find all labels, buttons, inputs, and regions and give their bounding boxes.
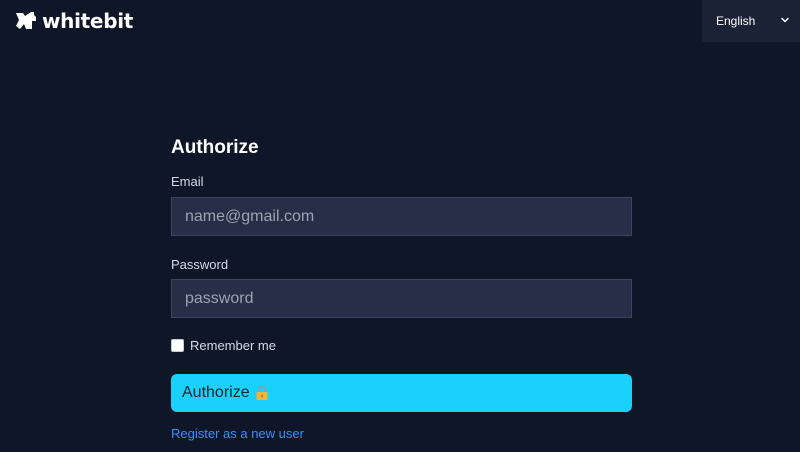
language-label: English [716,14,756,28]
remember-me[interactable]: Remember me [171,338,276,353]
whitebit-logo-icon [16,12,36,29]
form-title: Authorize [171,137,259,158]
password-input[interactable] [171,279,632,318]
language-selector[interactable]: English [702,0,800,42]
remember-me-checkbox[interactable] [171,339,184,352]
logo[interactable]: whitebit [14,9,133,33]
lock-icon [256,385,268,400]
email-label: Email [171,174,204,189]
password-label: Password [171,257,229,272]
login-page: whitebit English Authorize Email Passwor… [0,0,800,452]
remember-me-label: Remember me [190,338,276,353]
authorize-button[interactable]: Authorize [171,374,632,412]
login-form: Authorize Email Password Remember me Aut… [171,136,632,441]
logo-text: whitebit [42,9,134,33]
register-link[interactable]: Register as a new user [171,426,304,441]
authorize-button-label: Authorize [182,384,250,401]
chevron-down-icon [781,17,789,23]
email-input[interactable] [171,197,632,236]
